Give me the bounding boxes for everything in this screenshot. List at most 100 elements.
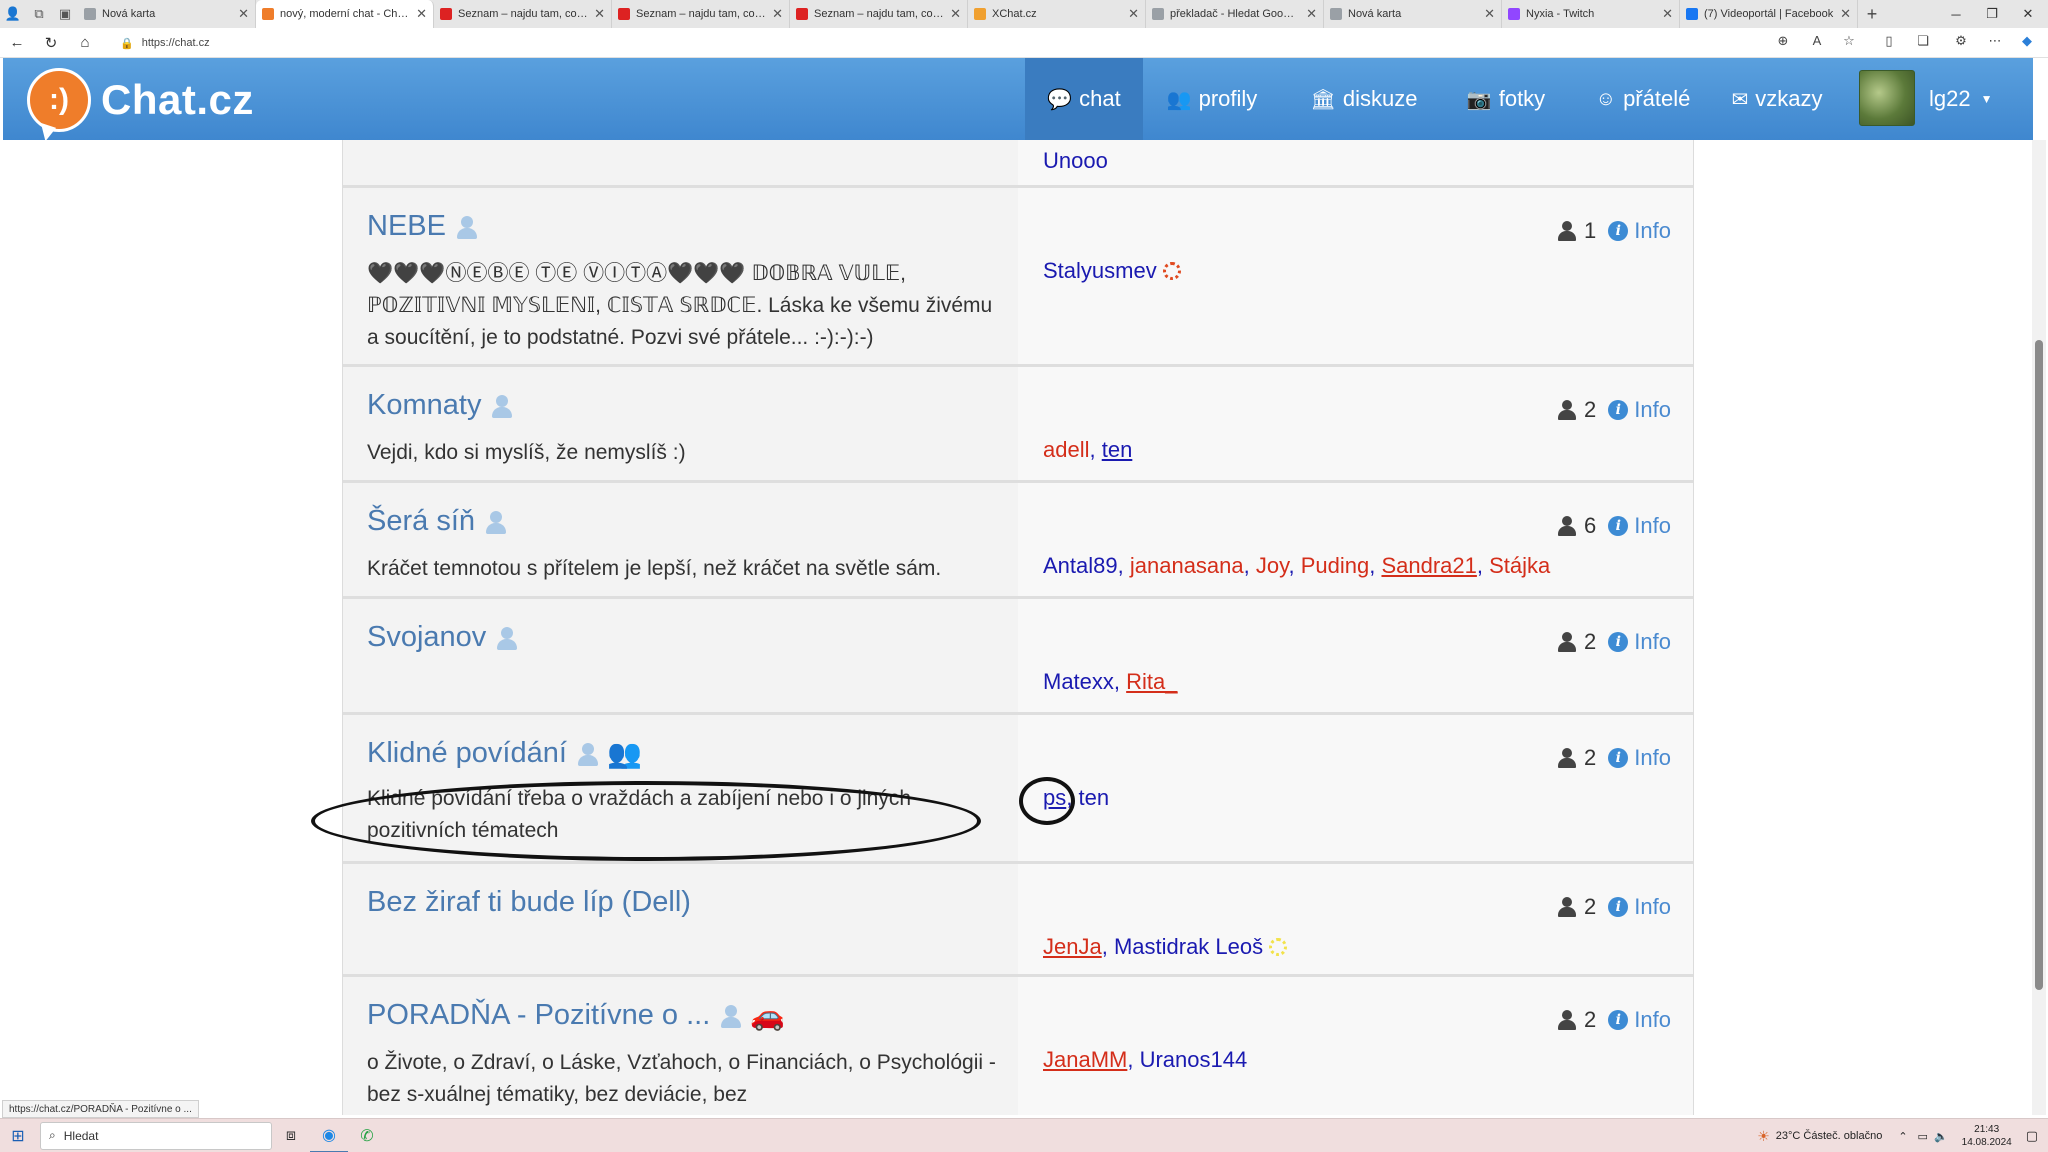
user-link[interactable]: ten [1102,437,1133,462]
close-window-button[interactable]: ✕ [2008,0,2048,28]
browser-tab[interactable]: Nová karta ✕ [78,0,256,28]
weather-text[interactable]: 23°C Částeč. oblačno [1776,1130,1883,1142]
minimize-button[interactable]: ─ [1936,0,1976,28]
room-name-link[interactable]: Šerá síň [367,505,507,538]
info-link[interactable]: Info [1634,513,1671,539]
nav-item-2[interactable]: 🏛 diskuze [1289,58,1439,140]
user-link[interactable]: JenJa [1043,934,1102,959]
network-icon[interactable]: ▭ [1918,1130,1928,1143]
browser-tab[interactable]: Seznam – najdu tam, co nezn ✕ [434,0,612,28]
room-name-link[interactable]: Svojanov [367,621,518,654]
browser-tab[interactable]: nový, moderní chat - Chat.cz ✕ [256,0,434,28]
nav-item-5[interactable]: ✉ vzkazy [1717,58,1837,140]
user-link[interactable]: Stalyusmev [1043,258,1157,283]
weather-icon[interactable]: ☀ [1757,1128,1770,1145]
new-tab-button[interactable]: + [1858,0,1886,28]
user-link[interactable]: Uranos144 [1140,1047,1248,1072]
close-tab-icon[interactable]: ✕ [594,6,605,22]
maximize-button[interactable]: ❐ [1972,0,2012,28]
avatar[interactable] [1859,70,1915,126]
browser-tab[interactable]: XChat.cz ✕ [968,0,1146,28]
home-button[interactable]: ⌂ [68,34,102,51]
split-screen-icon[interactable]: ▯ [1878,33,1900,53]
info-icon[interactable]: i [1608,400,1629,420]
close-tab-icon[interactable]: ✕ [1484,6,1495,22]
user-link[interactable]: Matexx [1043,669,1114,694]
browser-tab[interactable]: Seznam – najdu tam, co nezn ✕ [790,0,968,28]
info-icon[interactable]: i [1608,897,1629,917]
close-tab-icon[interactable]: ✕ [950,6,961,22]
chevron-up-icon[interactable]: ⌃ [1898,1130,1907,1143]
page-scrollbar[interactable] [2032,140,2046,1115]
user-link[interactable]: Stájka [1489,553,1550,578]
close-tab-icon[interactable]: ✕ [238,6,249,22]
close-tab-icon[interactable]: ✕ [1128,6,1139,22]
close-tab-icon[interactable]: ✕ [772,6,783,22]
user-link[interactable]: Sandra21 [1381,553,1476,578]
whatsapp-icon[interactable]: ✆ [348,1119,386,1152]
room-name-link[interactable]: Komnaty [367,389,513,422]
info-link[interactable]: Info [1634,1007,1671,1033]
info-link[interactable]: Info [1634,397,1671,423]
info-link[interactable]: Info [1634,894,1671,920]
nav-item-4[interactable]: ☺ přátelé [1575,58,1711,140]
close-tab-icon[interactable]: ✕ [416,6,427,22]
clock[interactable]: 21:43 14.08.2024 [1962,1123,2012,1149]
task-view-icon[interactable]: ⧈ [272,1119,310,1152]
user-link[interactable]: Mastidrak Leoš [1114,934,1263,959]
browser-tab[interactable]: Nyxia - Twitch ✕ [1502,0,1680,28]
nav-item-0[interactable]: 💬 chat [1025,58,1143,140]
user-link[interactable]: adell [1043,437,1089,462]
info-icon[interactable]: i [1608,748,1629,768]
taskbar-search-input[interactable]: ⌕ Hledat [40,1121,272,1150]
user-link[interactable]: Puding [1301,553,1370,578]
browser-tab[interactable]: překladač - Hledat Googlem ✕ [1146,0,1324,28]
user-link[interactable]: jananasana [1130,553,1244,578]
scrollbar-thumb[interactable] [2035,340,2043,990]
user-link[interactable]: Joy [1256,553,1289,578]
volume-icon[interactable]: 🔈 [1934,1130,1948,1143]
url-field[interactable]: 🔒 https://chat.cz [120,32,1780,54]
reload-button[interactable]: ↻ [34,34,68,52]
browser-tab[interactable]: (7) Videoportál | Facebook ✕ [1680,0,1858,28]
collections-icon[interactable]: ❏ [1912,33,1934,53]
zoom-icon[interactable]: ⊕ [1772,33,1794,53]
info-icon[interactable]: i [1608,516,1629,536]
tab-actions-icon[interactable]: ▣ [52,0,78,28]
extensions-icon[interactable]: ⚙ [1950,33,1972,53]
user-menu[interactable]: lg22 ▼ [1929,58,1992,140]
info-icon[interactable]: i [1608,632,1629,652]
notifications-icon[interactable]: ▢ [2026,1128,2038,1144]
copilot-icon[interactable]: ◆ [2016,33,2038,53]
user-link[interactable]: Unooo [1043,148,1108,173]
back-button[interactable]: ← [0,34,34,51]
nav-item-1[interactable]: 👥 profily [1143,58,1281,140]
browser-tab[interactable]: Nová karta ✕ [1324,0,1502,28]
room-name-link[interactable]: NEBE [367,210,478,243]
room-name-link[interactable]: PORADŇA - Pozitívne o ... 🚗 [367,999,785,1032]
favorite-star-icon[interactable]: ☆ [1838,33,1860,53]
edge-browser-icon[interactable]: ◉ [310,1119,348,1152]
room-name-link[interactable]: Bez žiraf ti bude líp (Dell) [367,886,691,919]
more-menu-icon[interactable]: ⋯ [1984,33,2006,53]
user-link[interactable]: ten [1078,785,1109,810]
user-link[interactable]: JanaMM [1043,1047,1127,1072]
info-icon[interactable]: i [1608,1010,1629,1030]
windows-start-icon[interactable]: ⊞ [0,1119,36,1152]
nav-item-3[interactable]: 📷 fotky [1449,58,1563,140]
close-tab-icon[interactable]: ✕ [1662,6,1673,22]
info-link[interactable]: Info [1634,218,1671,244]
info-link[interactable]: Info [1634,629,1671,655]
read-aloud-icon[interactable]: A [1806,33,1828,53]
close-tab-icon[interactable]: ✕ [1840,6,1851,22]
room-name-link[interactable]: Klidné povídání 👥 [367,737,642,770]
profile-icon[interactable]: 👤 [0,0,26,28]
browser-tab[interactable]: Seznam – najdu tam, co nezn ✕ [612,0,790,28]
site-logo[interactable]: :) Chat.cz [27,68,254,132]
user-link[interactable]: Antal89 [1043,553,1118,578]
close-tab-icon[interactable]: ✕ [1306,6,1317,22]
user-link[interactable]: Rita_ [1126,669,1177,694]
info-icon[interactable]: i [1608,221,1629,241]
info-link[interactable]: Info [1634,745,1671,771]
workspaces-icon[interactable]: ⧉ [26,0,52,28]
